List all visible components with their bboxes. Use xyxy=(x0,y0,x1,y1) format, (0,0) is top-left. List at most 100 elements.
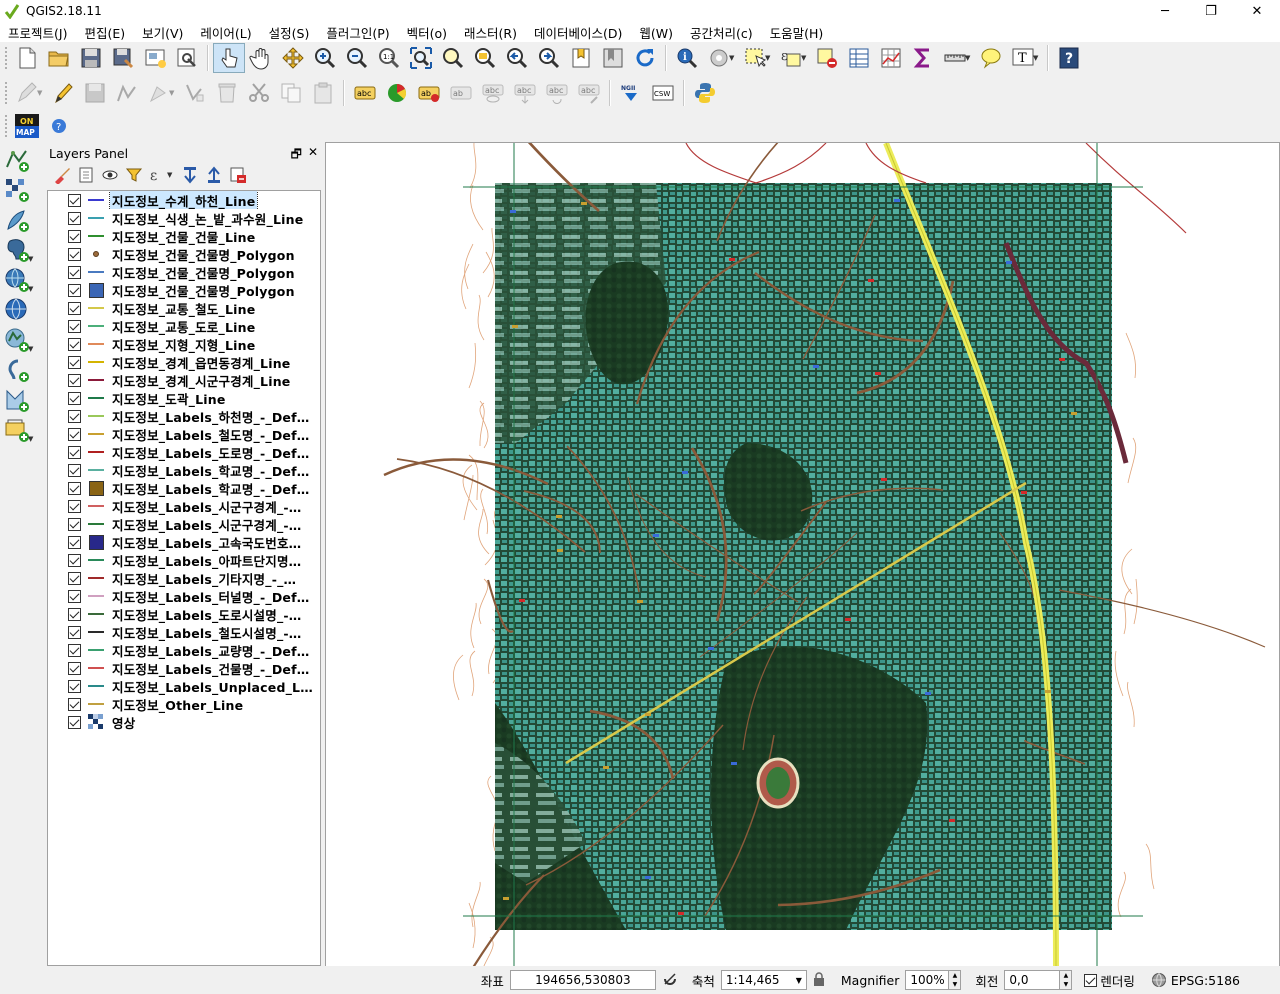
layer-row[interactable]: 지도정보_교통_도로_Line xyxy=(48,317,320,335)
chevron-down-icon[interactable]: ▼ xyxy=(965,54,973,62)
paste-features-icon[interactable] xyxy=(307,78,339,108)
layer-row[interactable]: 지도정보_Labels_교량명_-_Def… xyxy=(48,641,320,659)
layer-visibility-checkbox[interactable] xyxy=(68,625,81,639)
menu-layer[interactable]: 레이어(L) xyxy=(192,23,260,42)
new-project-icon[interactable] xyxy=(11,43,43,73)
layer-row[interactable]: 지도정보_Labels_건물명_-_Def… xyxy=(48,659,320,677)
layer-row[interactable]: 지도정보_도곽_Line xyxy=(48,389,320,407)
new-bookmark-icon[interactable] xyxy=(565,43,597,73)
filter-by-expression-icon[interactable]: ε xyxy=(147,164,169,186)
rotation-spinbox[interactable]: 0,0 ▲ ▼ xyxy=(1004,970,1073,990)
menu-plugins[interactable]: 플러그인(P) xyxy=(318,23,398,42)
show-hide-labels-icon[interactable]: abc xyxy=(477,78,509,108)
refresh-icon[interactable] xyxy=(629,43,661,73)
layer-row[interactable]: 지도정보_경계_읍면동경계_Line xyxy=(48,353,320,371)
chevron-down-icon[interactable]: ▼ xyxy=(729,54,737,62)
ngii-icon[interactable]: NGII xyxy=(615,78,647,108)
menu-processing[interactable]: 공간처리(c) xyxy=(682,23,762,42)
layer-row[interactable]: 지도정보_식생_논_밭_과수원_Line xyxy=(48,209,320,227)
layer-visibility-checkbox[interactable] xyxy=(68,643,81,657)
add-wfs-layer-icon[interactable] xyxy=(0,295,44,325)
chevron-down-icon[interactable]: ▼ xyxy=(28,435,36,443)
add-virtual-layer-icon[interactable] xyxy=(0,385,44,415)
layer-visibility-checkbox[interactable] xyxy=(68,517,81,531)
zoom-full-icon[interactable] xyxy=(405,43,437,73)
layer-visibility-checkbox[interactable] xyxy=(68,679,81,693)
layer-row[interactable]: 지도정보_건물_건물명_Polygon xyxy=(48,281,320,299)
change-label-icon[interactable]: abc xyxy=(573,78,605,108)
zoom-last-icon[interactable] xyxy=(501,43,533,73)
statistical-summary-icon[interactable] xyxy=(875,43,907,73)
layer-visibility-checkbox[interactable] xyxy=(68,229,81,243)
layer-visibility-checkbox[interactable] xyxy=(68,553,81,567)
layer-row[interactable]: 지도정보_Labels_철도명_-_Def… xyxy=(48,425,320,443)
close-button[interactable]: ✕ xyxy=(1234,0,1280,22)
layer-visibility-checkbox[interactable] xyxy=(68,301,81,315)
close-panel-button[interactable]: ✕ xyxy=(308,145,318,166)
chevron-down-icon[interactable]: ▼ xyxy=(28,285,36,293)
layer-row[interactable]: 지도정보_건물_건물명_Polygon xyxy=(48,263,320,281)
help-icon[interactable]: ? xyxy=(1053,43,1085,73)
layer-labeling-icon[interactable]: abc xyxy=(349,78,381,108)
layer-visibility-checkbox[interactable] xyxy=(68,499,81,513)
pin-labels-icon[interactable]: ab xyxy=(413,78,445,108)
add-vector-layer-icon[interactable] xyxy=(0,145,44,175)
save-project-icon[interactable] xyxy=(75,43,107,73)
layer-visibility-checkbox[interactable] xyxy=(68,211,81,225)
layer-visibility-checkbox[interactable] xyxy=(68,265,81,279)
crs-status[interactable]: EPSG:5186 xyxy=(1151,972,1240,988)
field-calculator-icon[interactable] xyxy=(907,43,939,73)
new-print-composer-icon[interactable] xyxy=(139,43,171,73)
add-postgis-layer-icon[interactable] xyxy=(0,235,44,265)
coordinate-field[interactable]: 194656,530803 xyxy=(509,970,656,990)
layer-visibility-checkbox[interactable] xyxy=(68,661,81,675)
zoom-out-icon[interactable] xyxy=(341,43,373,73)
restore-button[interactable]: ❐ xyxy=(1188,0,1234,22)
chevron-down-icon[interactable]: ▼ xyxy=(765,54,773,62)
layer-row[interactable]: 영상 xyxy=(48,713,320,731)
zoom-actual-size-icon[interactable]: 1:1 xyxy=(373,43,405,73)
remove-layer-icon[interactable] xyxy=(227,164,249,186)
menu-edit[interactable]: 편집(E) xyxy=(76,23,134,42)
layer-visibility-checkbox[interactable] xyxy=(68,481,81,495)
zoom-to-layer-icon[interactable] xyxy=(469,43,501,73)
render-toggle[interactable]: 렌더링 xyxy=(1084,971,1135,990)
layer-row[interactable]: 지도정보_수계_하천_Line xyxy=(48,191,320,209)
layer-visibility-checkbox[interactable] xyxy=(68,571,81,585)
add-delimited-text-icon[interactable] xyxy=(0,355,44,385)
menu-vector[interactable]: 벡터(o) xyxy=(399,23,456,42)
move-label-icon[interactable]: abc xyxy=(509,78,541,108)
layer-visibility-checkbox[interactable] xyxy=(68,319,81,333)
collapse-all-icon[interactable] xyxy=(203,164,225,186)
cut-features-icon[interactable] xyxy=(243,78,275,108)
layer-visibility-checkbox[interactable] xyxy=(68,409,81,423)
chevron-down-icon[interactable]: ▼ xyxy=(28,255,36,263)
layer-visibility-checkbox[interactable] xyxy=(68,391,81,405)
style-manager-icon[interactable] xyxy=(51,164,73,186)
layer-visibility-checkbox[interactable] xyxy=(68,535,81,549)
add-spatialite-layer-icon[interactable] xyxy=(0,205,44,235)
chevron-down-icon[interactable]: ▼ xyxy=(167,171,175,179)
layer-visibility-checkbox[interactable] xyxy=(68,355,81,369)
layer-row[interactable]: 지도정보_Labels_도로명_-_Def… xyxy=(48,443,320,461)
layer-visibility-checkbox[interactable] xyxy=(68,463,81,477)
layer-visibility-checkbox[interactable] xyxy=(68,247,81,261)
show-bookmarks-icon[interactable] xyxy=(597,43,629,73)
layer-visibility-checkbox[interactable] xyxy=(68,697,81,711)
manage-visibility-icon[interactable] xyxy=(99,164,121,186)
zoom-in-icon[interactable] xyxy=(309,43,341,73)
layer-row[interactable]: 지도정보_Labels_Unplaced_L… xyxy=(48,677,320,695)
expand-all-icon[interactable] xyxy=(179,164,201,186)
chevron-down-icon[interactable]: ▼ xyxy=(1033,54,1041,62)
onmap-help-icon[interactable]: ? xyxy=(43,111,75,141)
layer-visibility-checkbox[interactable] xyxy=(68,589,81,603)
add-feature-icon[interactable] xyxy=(111,78,143,108)
copy-features-icon[interactable] xyxy=(275,78,307,108)
chevron-down-icon[interactable]: ▼ xyxy=(28,345,36,353)
scale-combo[interactable]: 1:14,465 ▼ xyxy=(720,970,807,990)
magnifier-spinbox[interactable]: 100% ▲ ▼ xyxy=(905,970,962,990)
menu-view[interactable]: 보기(V) xyxy=(134,23,192,42)
map-rendering[interactable] xyxy=(326,143,1280,968)
layer-diagram-icon[interactable] xyxy=(381,78,413,108)
menu-project[interactable]: 프로젝트(J) xyxy=(0,23,76,42)
